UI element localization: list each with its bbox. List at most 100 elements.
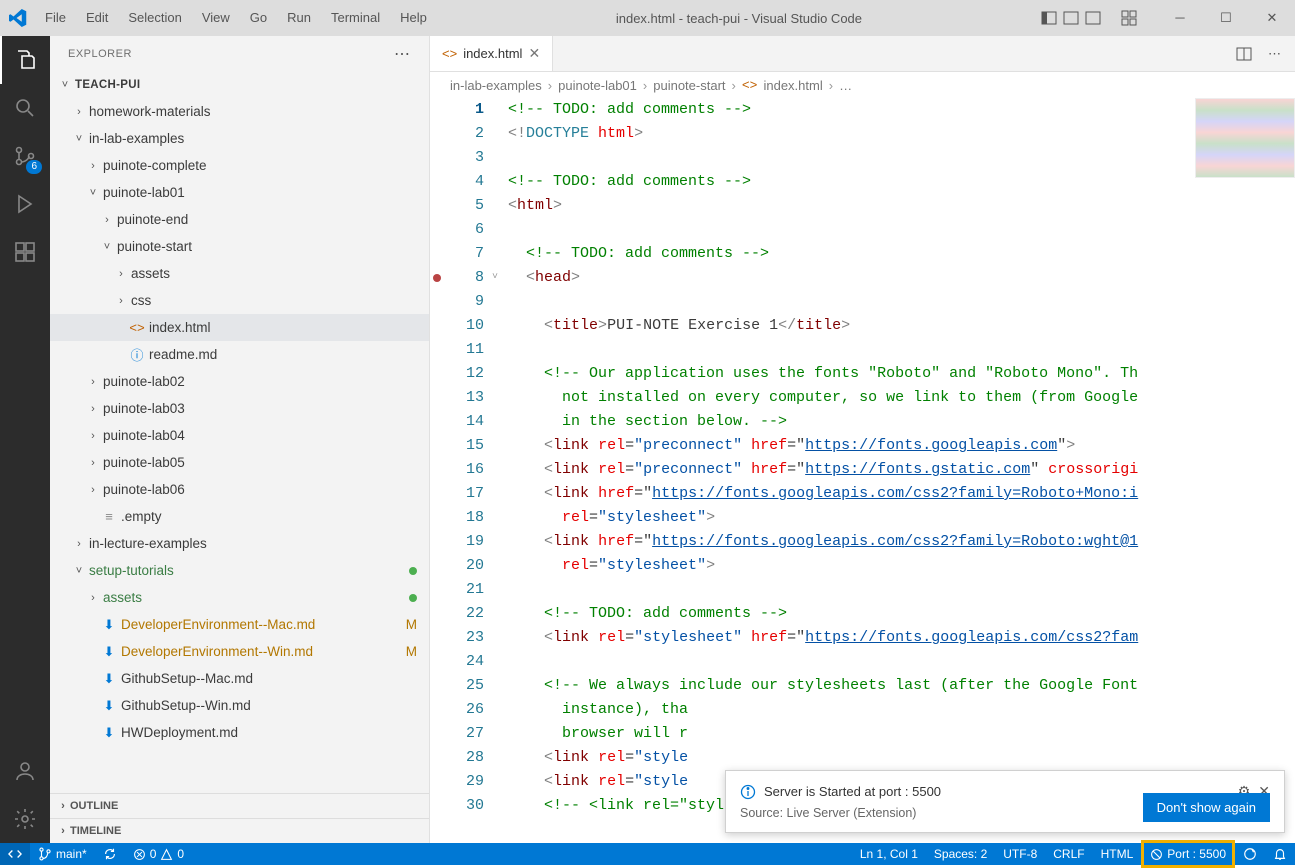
status-encoding[interactable]: UTF-8 — [995, 843, 1045, 865]
code-line[interactable]: 23 <link rel="stylesheet" href="https://… — [430, 626, 1295, 650]
tree-file[interactable]: <>index.html — [50, 314, 429, 341]
tree-file[interactable]: ⬇GithubSetup--Win.md — [50, 692, 429, 719]
menu-help[interactable]: Help — [390, 0, 437, 36]
maximize-icon[interactable]: ☐ — [1203, 0, 1249, 36]
tree-file[interactable]: ⬇DeveloperEnvironment--Win.mdM — [50, 638, 429, 665]
status-lang[interactable]: HTML — [1093, 843, 1142, 865]
tree-file[interactable]: ⬇HWDeployment.md — [50, 719, 429, 746]
activity-extensions-icon[interactable] — [0, 228, 50, 276]
code-line[interactable]: 27 browser will r — [430, 722, 1295, 746]
status-spaces[interactable]: Spaces: 2 — [926, 843, 995, 865]
tree-folder[interactable]: ˅in-lab-examples — [50, 125, 429, 152]
code-line[interactable]: 8˅ <head> — [430, 266, 1295, 290]
code-line[interactable]: 5<html> — [430, 194, 1295, 218]
code-line[interactable]: 7 <!-- TODO: add comments --> — [430, 242, 1295, 266]
tab-index-html[interactable]: <> index.html ✕ — [430, 36, 553, 71]
activity-scm-icon[interactable]: 6 — [0, 132, 50, 180]
menu-file[interactable]: File — [35, 0, 76, 36]
timeline-section[interactable]: › TIMELINE — [50, 818, 429, 843]
layout-right-icon[interactable] — [1085, 10, 1101, 26]
menu-view[interactable]: View — [192, 0, 240, 36]
menu-terminal[interactable]: Terminal — [321, 0, 390, 36]
status-feedback-icon[interactable] — [1235, 843, 1265, 865]
minimap[interactable] — [1195, 98, 1295, 178]
tree-file[interactable]: ⬇DeveloperEnvironment--Mac.mdM — [50, 611, 429, 638]
code-line[interactable]: 13 not installed on every computer, so w… — [430, 386, 1295, 410]
tree-folder[interactable]: ›puinote-complete — [50, 152, 429, 179]
menu-edit[interactable]: Edit — [76, 0, 118, 36]
layout-left-icon[interactable] — [1041, 10, 1057, 26]
code-line[interactable]: 19 <link href="https://fonts.googleapis.… — [430, 530, 1295, 554]
breakpoint-icon[interactable] — [433, 274, 441, 282]
code-line[interactable]: 24 — [430, 650, 1295, 674]
code-line[interactable]: 1<!-- TODO: add comments --> — [430, 98, 1295, 122]
code-line[interactable]: 18 rel="stylesheet"> — [430, 506, 1295, 530]
split-editor-icon[interactable] — [1236, 46, 1252, 62]
tree-folder[interactable]: ˅TEACH-PUI — [50, 71, 429, 98]
dont-show-again-button[interactable]: Don't show again — [1143, 793, 1270, 822]
code-line[interactable]: 3 — [430, 146, 1295, 170]
status-branch[interactable]: main* — [30, 843, 95, 865]
code-line[interactable]: 22 <!-- TODO: add comments --> — [430, 602, 1295, 626]
code-line[interactable]: 17 <link href="https://fonts.googleapis.… — [430, 482, 1295, 506]
tab-close-icon[interactable]: ✕ — [528, 45, 540, 62]
status-bell-icon[interactable] — [1265, 843, 1295, 865]
status-eol[interactable]: CRLF — [1045, 843, 1092, 865]
tree-folder[interactable]: ›homework-materials — [50, 98, 429, 125]
status-remote-icon[interactable] — [0, 843, 30, 865]
tree-file[interactable]: ⬇GithubSetup--Mac.md — [50, 665, 429, 692]
tree-folder[interactable]: ›puinote-lab03 — [50, 395, 429, 422]
outline-section[interactable]: › OUTLINE — [50, 793, 429, 818]
code-line[interactable]: 14 in the section below. --> — [430, 410, 1295, 434]
menu-go[interactable]: Go — [240, 0, 277, 36]
tree-folder[interactable]: ˅puinote-lab01 — [50, 179, 429, 206]
status-port[interactable]: Port : 5500 — [1141, 840, 1235, 868]
breadcrumb-item[interactable]: puinote-lab01 — [558, 78, 637, 93]
activity-settings-icon[interactable] — [0, 795, 50, 843]
tree-folder[interactable]: ›puinote-lab02 — [50, 368, 429, 395]
code-line[interactable]: 26 instance), tha — [430, 698, 1295, 722]
tree-folder[interactable]: ›assets — [50, 584, 429, 611]
code-line[interactable]: 4<!-- TODO: add comments --> — [430, 170, 1295, 194]
code-line[interactable]: 28 <link rel="style — [430, 746, 1295, 770]
menu-run[interactable]: Run — [277, 0, 321, 36]
breadcrumb-item[interactable]: puinote-start — [653, 78, 725, 93]
status-lncol[interactable]: Ln 1, Col 1 — [852, 843, 926, 865]
activity-search-icon[interactable] — [0, 84, 50, 132]
tree-folder[interactable]: ›puinote-lab06 — [50, 476, 429, 503]
minimize-icon[interactable]: ─ — [1157, 0, 1203, 36]
code-line[interactable]: 12 <!-- Our application uses the fonts "… — [430, 362, 1295, 386]
tree-folder[interactable]: ›in-lecture-examples — [50, 530, 429, 557]
code-line[interactable]: 16 <link rel="preconnect" href="https://… — [430, 458, 1295, 482]
tree-folder[interactable]: ˅setup-tutorials — [50, 557, 429, 584]
activity-debug-icon[interactable] — [0, 180, 50, 228]
tree-folder[interactable]: ›puinote-lab05 — [50, 449, 429, 476]
close-icon[interactable]: ✕ — [1249, 0, 1295, 36]
tree-folder[interactable]: ˅puinote-start — [50, 233, 429, 260]
layout-bottom-icon[interactable] — [1063, 10, 1079, 26]
activity-account-icon[interactable] — [0, 747, 50, 795]
breadcrumb-item[interactable]: in-lab-examples — [450, 78, 542, 93]
tree-folder[interactable]: ›css — [50, 287, 429, 314]
code-line[interactable]: 20 rel="stylesheet"> — [430, 554, 1295, 578]
activity-explorer-icon[interactable] — [0, 36, 50, 84]
tree-file[interactable]: ⓘreadme.md — [50, 341, 429, 368]
breadcrumb-item[interactable]: … — [839, 78, 852, 93]
breadcrumb-item[interactable]: index.html — [763, 78, 822, 93]
code-editor[interactable]: 1<!-- TODO: add comments -->2<!DOCTYPE h… — [430, 98, 1295, 843]
menu-selection[interactable]: Selection — [118, 0, 191, 36]
tree-folder[interactable]: ›puinote-lab04 — [50, 422, 429, 449]
code-line[interactable]: 11 — [430, 338, 1295, 362]
code-line[interactable]: 2<!DOCTYPE html> — [430, 122, 1295, 146]
code-line[interactable]: 6 — [430, 218, 1295, 242]
code-line[interactable]: 21 — [430, 578, 1295, 602]
code-line[interactable]: 15 <link rel="preconnect" href="https://… — [430, 434, 1295, 458]
sidebar-more-icon[interactable]: ⋯ — [394, 44, 411, 64]
status-problems[interactable]: 0 0 — [125, 843, 192, 865]
tree-folder[interactable]: ›puinote-end — [50, 206, 429, 233]
breadcrumbs[interactable]: in-lab-examples› puinote-lab01› puinote-… — [430, 72, 1295, 98]
customize-layout-icon[interactable] — [1121, 10, 1137, 26]
code-line[interactable]: 25 <!-- We always include our stylesheet… — [430, 674, 1295, 698]
tree-file[interactable]: ≡.empty — [50, 503, 429, 530]
editor-more-icon[interactable]: ⋯ — [1268, 46, 1281, 62]
